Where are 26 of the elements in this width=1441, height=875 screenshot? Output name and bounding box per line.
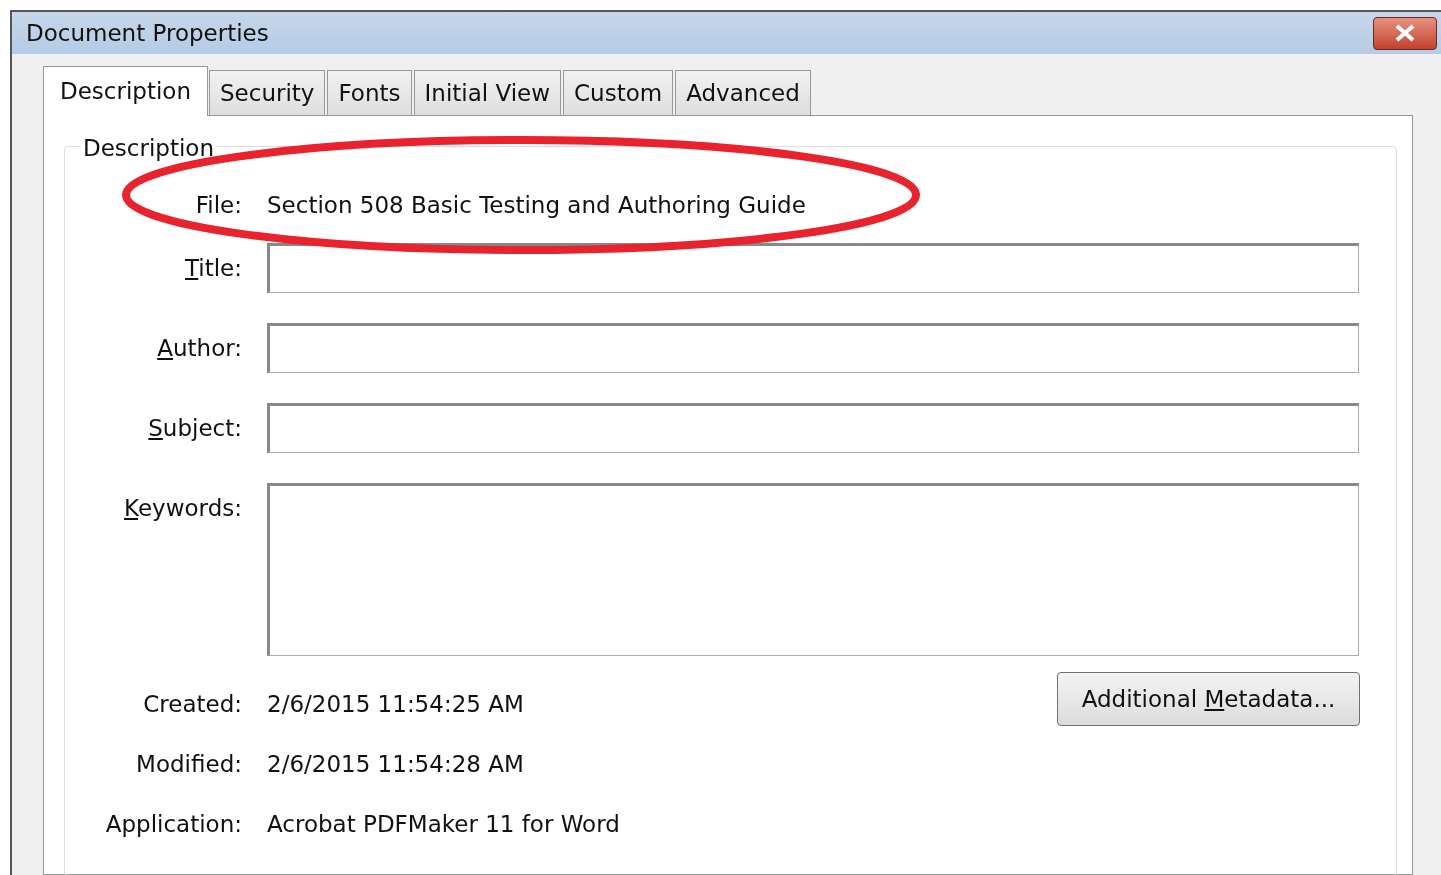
field-label: Subject:	[147, 414, 242, 443]
tab[interactable]: Fonts	[327, 70, 412, 115]
field-label: Author:	[156, 334, 242, 363]
text-field[interactable]	[267, 483, 1359, 656]
info-label: Created:	[142, 689, 242, 719]
file-label: File:	[194, 190, 242, 220]
close-button[interactable]	[1373, 16, 1437, 50]
info-value: 2/6/2015 11:54:25 AM	[267, 689, 524, 719]
field-label: Keywords:	[123, 494, 242, 523]
tab[interactable]: Advanced	[675, 70, 811, 115]
info-value: Acrobat PDFMaker 11 for Word	[267, 809, 620, 839]
info-label: Application:	[104, 809, 242, 839]
tab[interactable]: Security	[209, 70, 326, 115]
info-value: 2/6/2015 11:54:28 AM	[267, 749, 524, 779]
tab[interactable]: Custom	[563, 70, 674, 115]
tab[interactable]: Initial View	[413, 70, 562, 115]
text-field[interactable]	[267, 403, 1359, 453]
window-title: Document Properties	[26, 18, 269, 48]
file-name: Section 508 Basic Testing and Authoring Guide	[267, 190, 806, 220]
text-field[interactable]	[267, 243, 1359, 293]
additional-metadata-button[interactable]: Additional Metadata...	[1057, 672, 1360, 726]
info-label: Modified:	[135, 749, 242, 779]
close-icon	[1394, 24, 1416, 42]
text-field[interactable]	[267, 323, 1359, 373]
tab[interactable]: Description	[43, 66, 208, 116]
field-label: Title:	[183, 254, 242, 283]
